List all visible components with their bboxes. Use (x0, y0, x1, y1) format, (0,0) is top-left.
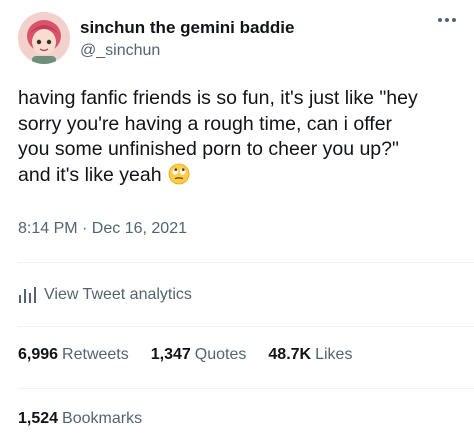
tweet-timestamp[interactable]: 8:14 PM · Dec 16, 2021 (18, 220, 187, 238)
more-options-icon[interactable] (436, 12, 458, 30)
divider (18, 262, 474, 263)
divider (18, 388, 474, 389)
quotes-count: 1,347 (150, 346, 191, 363)
avatar[interactable] (18, 12, 70, 64)
view-analytics-link[interactable]: View Tweet analytics (18, 284, 192, 306)
avatar-illustration (18, 12, 70, 64)
tweet-text-line: you some unfinished porn to cheer you up… (18, 138, 399, 160)
tweet-text-line-text: and it's like yeah (18, 163, 162, 186)
tweet-text: having fanfic friends is so fun, it's ju… (18, 86, 458, 192)
analytics-icon (19, 287, 36, 303)
bookmarks-count: 1,524 (18, 410, 59, 427)
quotes-label: Quotes (194, 346, 247, 363)
author-display-name[interactable]: sinchun the gemini baddie (80, 18, 294, 38)
retweets-count: 6,996 (18, 346, 59, 363)
tweet-text-line: sorry you're having a rough time, can i … (18, 112, 393, 135)
tweet-text-line: having fanfic friends is so fun, it's ju… (18, 87, 418, 109)
face-with-rolling-eyes-icon (168, 163, 190, 193)
retweets-label: Retweets (62, 346, 129, 363)
author-handle[interactable]: @_sinchun (80, 42, 160, 60)
bookmarks-stat[interactable]: 1,524 Bookmarks (18, 410, 142, 428)
quotes-stat[interactable]: 1,347 Quotes (151, 346, 247, 364)
likes-stat[interactable]: 48.7K Likes (268, 346, 352, 364)
bookmarks-label: Bookmarks (62, 410, 143, 427)
divider (18, 326, 474, 327)
tweet-header: sinchun the gemini baddie @_sinchun (18, 12, 458, 64)
likes-count: 48.7K (268, 346, 312, 363)
retweets-stat[interactable]: 6,996 Retweets (18, 346, 129, 364)
tweet-text-line-last: and it's like yeah (18, 163, 458, 193)
view-analytics-label: View Tweet analytics (44, 286, 192, 303)
engagement-stats: 6,996 Retweets 1,347 Quotes 48.7K Likes (18, 346, 374, 364)
likes-label: Likes (315, 346, 353, 363)
